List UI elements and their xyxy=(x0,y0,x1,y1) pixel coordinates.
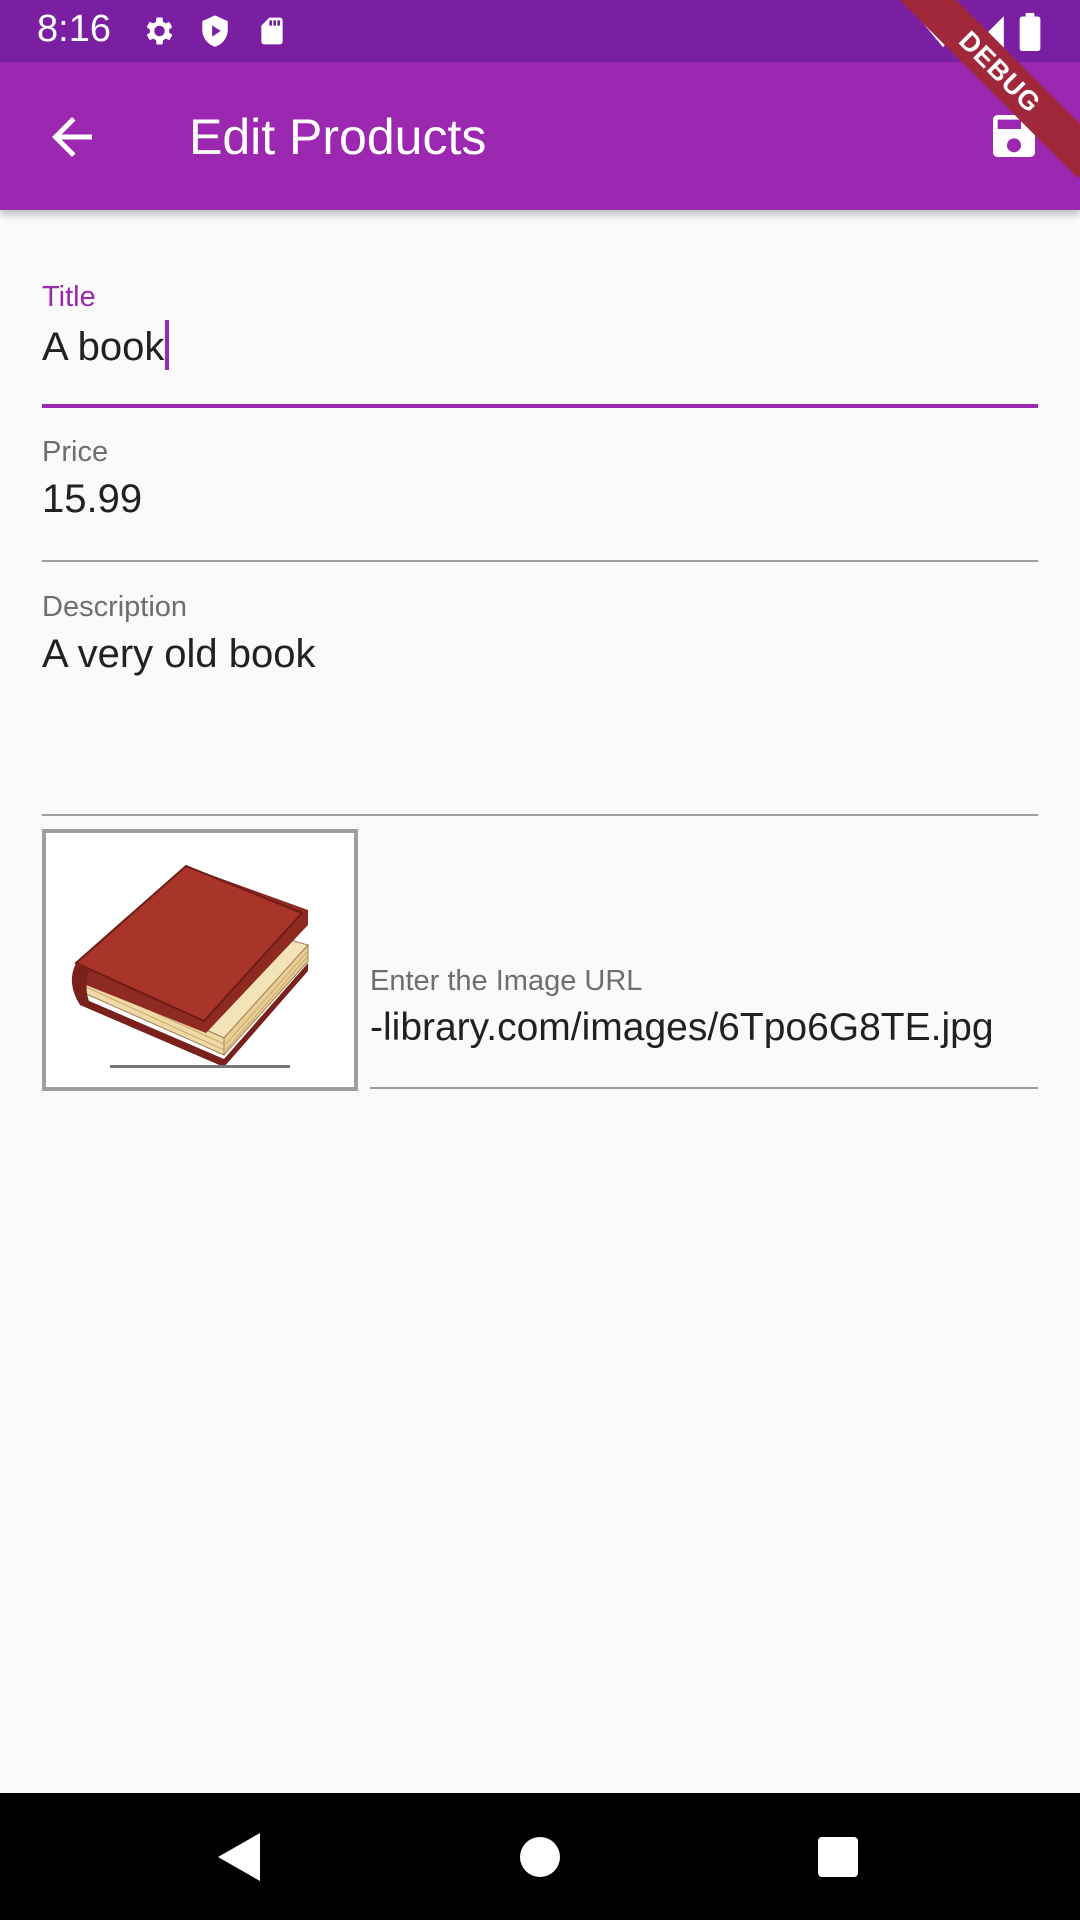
sd-card-icon xyxy=(261,17,283,45)
nav-bar xyxy=(0,1793,1080,1920)
app-bar: Edit Products xyxy=(0,62,1080,210)
text-cursor xyxy=(165,320,170,370)
settings-icon xyxy=(146,17,173,45)
description-field-underline xyxy=(42,814,1038,816)
title-field[interactable]: Title A book xyxy=(42,281,1038,411)
book-image xyxy=(71,864,309,1068)
description-field-label: Description xyxy=(42,591,188,623)
image-url-field-underline xyxy=(370,1087,1038,1089)
status-time: 8:16 xyxy=(37,8,111,50)
page-title: Edit Products xyxy=(189,109,487,165)
title-field-value[interactable]: A book xyxy=(42,325,164,369)
title-field-underline xyxy=(42,404,1038,408)
back-triangle-icon[interactable] xyxy=(218,1833,260,1881)
image-url-field[interactable]: Enter the Image URL -library.com/images/… xyxy=(370,965,1038,1089)
description-field-value[interactable]: A very old book xyxy=(42,632,1038,677)
image-url-field-value[interactable]: -library.com/images/6Tpo6G8TE.jpg xyxy=(370,1006,1038,1050)
image-url-field-label: Enter the Image URL xyxy=(370,965,643,997)
home-circle-icon[interactable] xyxy=(520,1837,560,1877)
price-field-underline xyxy=(42,560,1038,562)
price-field[interactable]: Price 15.99 xyxy=(42,436,1038,566)
price-field-value[interactable]: 15.99 xyxy=(42,477,1038,522)
shield-icon xyxy=(202,15,228,47)
image-preview xyxy=(42,829,358,1091)
recents-square-icon[interactable] xyxy=(818,1837,858,1877)
price-field-label: Price xyxy=(42,436,109,468)
arrow-back-icon[interactable] xyxy=(42,107,102,167)
description-field[interactable]: Description A very old book xyxy=(42,591,1038,817)
title-field-label: Title xyxy=(42,281,96,313)
battery-icon xyxy=(1019,13,1041,51)
